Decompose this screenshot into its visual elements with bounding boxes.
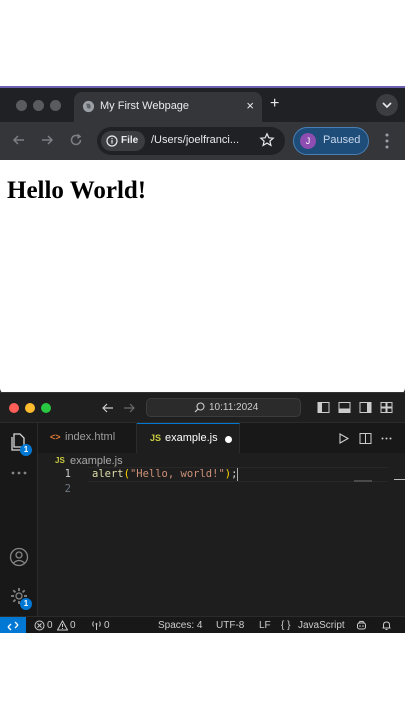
bottom-backdrop — [0, 633, 405, 720]
indentation-setting[interactable]: Spaces: 4 — [158, 620, 202, 632]
window-close-control[interactable] — [16, 100, 27, 111]
forward-arrow-icon[interactable] — [39, 132, 55, 148]
unsaved-dot-icon[interactable] — [225, 436, 232, 443]
browser-tab-active[interactable]: My First Webpage × — [74, 92, 262, 122]
account-icon[interactable] — [9, 547, 29, 567]
ports-antenna-icon — [92, 621, 101, 630]
copilot-icon[interactable] — [356, 620, 367, 631]
eol-setting[interactable]: LF — [259, 620, 271, 632]
web-page-content: Hello World! — [0, 160, 405, 394]
run-play-icon[interactable] — [337, 432, 350, 445]
settings-badge: 1 — [20, 598, 32, 610]
command-center-search[interactable]: 10:11:2024 — [146, 398, 301, 417]
scrollbar-marker — [394, 479, 405, 480]
error-count[interactable]: 0 — [47, 620, 53, 632]
browser-toolbar: File /Users/joelfranci... J Paused — [0, 122, 405, 160]
tab-label: index.html — [65, 431, 116, 443]
html-file-icon: <> — [50, 432, 61, 442]
browser-tab-title: My First Webpage — [100, 100, 190, 112]
code-editor[interactable]: 1 alert("Hello, world!"); 2 — [38, 467, 405, 616]
site-info-chip[interactable]: File — [101, 131, 145, 151]
notifications-bell-icon[interactable] — [381, 620, 392, 631]
warning-icon — [57, 620, 68, 631]
minimap[interactable] — [354, 480, 372, 482]
command-center-label: 10:11:2024 — [209, 402, 259, 413]
bookmark-star-icon[interactable] — [259, 132, 275, 148]
warning-count[interactable]: 0 — [70, 620, 76, 632]
avatar: J — [300, 133, 316, 149]
globe-icon — [82, 100, 95, 113]
tab-example-js[interactable]: JS example.js — [137, 423, 240, 453]
page-heading: Hello World! — [7, 177, 147, 204]
status-bar: 0 0 0 Spaces: 4 UTF-8 LF { } JavaScript — [0, 616, 405, 635]
window-zoom-control[interactable] — [41, 403, 51, 413]
tab-index-html[interactable]: <> index.html — [38, 423, 137, 453]
explorer-badge: 1 — [20, 444, 32, 456]
error-icon — [34, 620, 45, 631]
chevron-down-icon — [382, 102, 392, 109]
customize-layout-icon[interactable] — [380, 401, 393, 414]
more-horizontal-icon[interactable] — [9, 463, 29, 483]
code-text: alert("Hello, world!"); — [92, 467, 239, 482]
site-info-label: File — [121, 135, 139, 146]
toggle-panel-icon[interactable] — [338, 401, 351, 414]
profile-status-label: Paused — [323, 134, 361, 146]
line-number: 1 — [64, 468, 71, 480]
encoding-setting[interactable]: UTF-8 — [216, 620, 244, 632]
reload-icon[interactable] — [68, 132, 84, 148]
window-zoom-control[interactable] — [50, 100, 61, 111]
browser-tab-strip: My First Webpage × + — [0, 88, 405, 122]
browser-window: My First Webpage × + File /Users/joelfra… — [0, 86, 405, 394]
window-close-control[interactable] — [9, 403, 19, 413]
tab-search-button[interactable] — [376, 94, 398, 116]
more-vertical-icon[interactable] — [384, 132, 390, 150]
back-arrow-icon[interactable] — [11, 132, 27, 148]
language-braces-icon: { } — [281, 620, 291, 631]
new-tab-button[interactable]: + — [270, 95, 279, 113]
profile-button[interactable]: J Paused — [293, 127, 369, 155]
ports-count[interactable]: 0 — [104, 620, 110, 632]
line-number: 2 — [64, 483, 71, 495]
info-icon — [106, 135, 118, 147]
text-caret — [237, 467, 239, 481]
js-file-icon: JS — [150, 433, 162, 443]
tab-label: example.js — [165, 432, 218, 444]
address-bar[interactable]: File /Users/joelfranci... — [97, 127, 285, 155]
code-token: "Hello, world!" — [129, 468, 225, 480]
language-mode[interactable]: JavaScript — [298, 620, 345, 632]
code-line: 2 — [38, 482, 405, 497]
toggle-secondary-sidebar-icon[interactable] — [359, 401, 372, 414]
vscode-window: 10:11:2024 1 1 <> index.html JS example.… — [0, 392, 405, 635]
search-icon — [194, 402, 205, 413]
forward-arrow-icon[interactable] — [122, 401, 136, 415]
split-editor-icon[interactable] — [359, 432, 372, 445]
toggle-primary-sidebar-icon[interactable] — [317, 401, 330, 414]
editor-tab-bar: <> index.html JS example.js — [38, 423, 405, 453]
remote-icon — [7, 621, 19, 631]
js-file-icon: JS — [55, 456, 65, 465]
code-line: 1 alert("Hello, world!"); — [38, 467, 405, 482]
breadcrumb-file[interactable]: example.js — [70, 455, 123, 467]
tab-close-icon[interactable]: × — [246, 98, 254, 114]
url-text[interactable]: /Users/joelfranci... — [151, 134, 239, 146]
activity-bar: 1 1 — [0, 423, 38, 616]
vscode-title-bar: 10:11:2024 — [0, 393, 405, 423]
window-minimize-control[interactable] — [25, 403, 35, 413]
code-token: alert — [92, 468, 124, 480]
window-minimize-control[interactable] — [33, 100, 44, 111]
back-arrow-icon[interactable] — [101, 401, 115, 415]
top-backdrop — [0, 0, 405, 86]
more-actions-icon[interactable] — [380, 432, 393, 445]
